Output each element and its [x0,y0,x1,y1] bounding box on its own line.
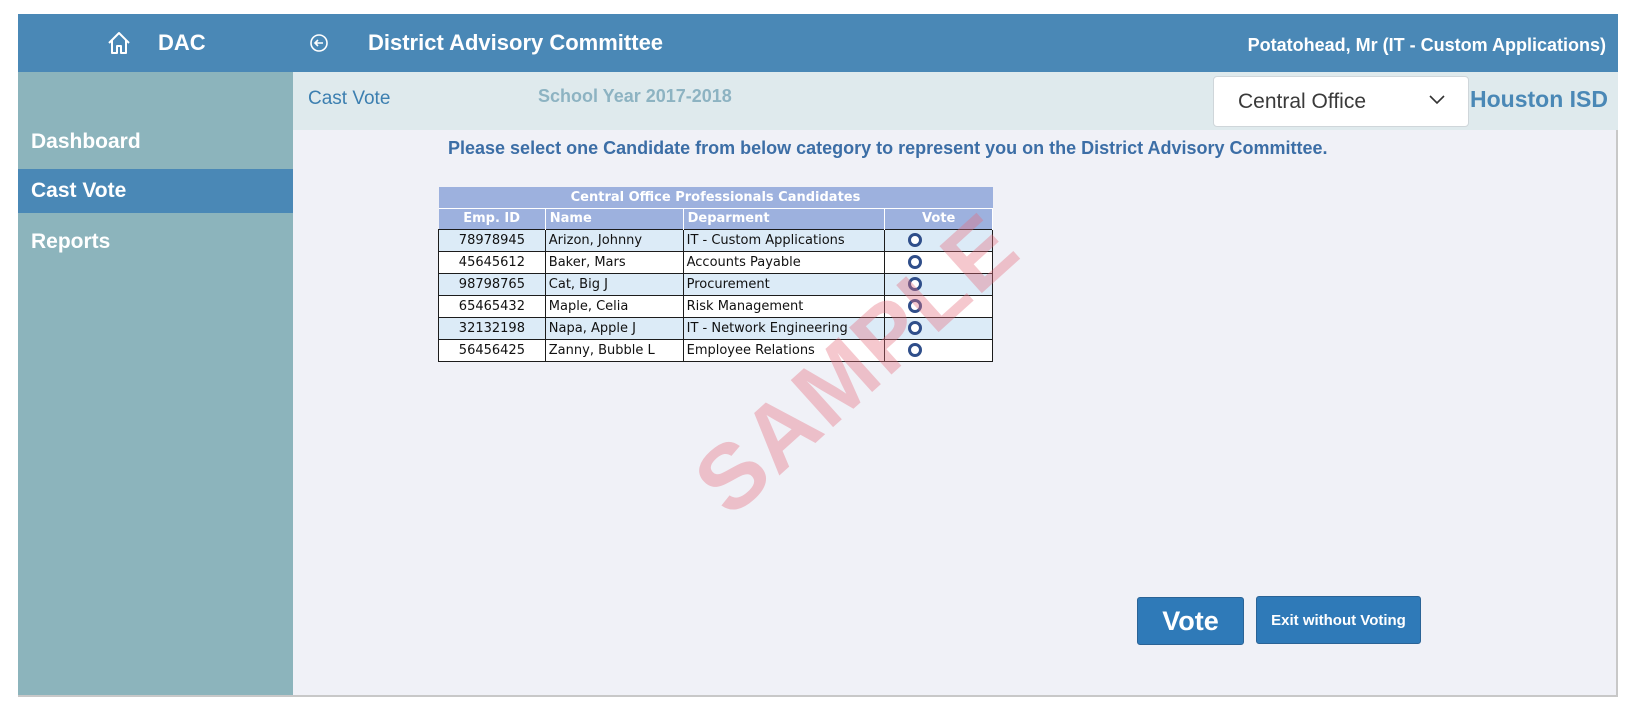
table-title: Central Office Professionals Candidates [438,187,993,209]
column-header-emp-id: Emp. ID [438,208,546,229]
emp-id-cell: 65465432 [438,294,546,318]
vote-radio[interactable] [908,343,923,357]
emp-id-cell: 98798765 [438,272,546,296]
table-row: 56456425 Zanny, Bubble L Employee Relati… [438,338,993,362]
department-cell: IT - Custom Applications [682,228,886,252]
dropdown-value: Central Office [1238,90,1366,113]
vote-button[interactable]: Vote [1137,597,1244,645]
emp-id-cell: 32132198 [438,316,546,340]
office-dropdown[interactable]: Central Office [1213,76,1469,127]
column-header-name: Name [545,208,684,229]
app-name[interactable]: DAC [158,30,206,56]
vote-cell [884,338,993,362]
user-name: Potatohead, Mr (IT - Custom Applications… [1247,35,1606,55]
back-arrow-icon[interactable] [309,33,329,53]
table-row: 32132198 Napa, Apple J IT - Network Engi… [438,316,993,340]
emp-id-cell: 78978945 [438,228,546,252]
department-cell: Risk Management [682,294,886,318]
department-cell: Accounts Payable [682,250,886,274]
vote-radio[interactable] [908,277,923,291]
sidebar-item-cast-vote[interactable]: Cast Vote [18,169,293,213]
vote-cell [884,250,993,274]
vote-radio[interactable] [908,299,923,313]
chevron-down-icon [1429,95,1445,105]
name-cell: Cat, Big J [544,272,684,296]
name-cell: Zanny, Bubble L [544,338,684,362]
exit-without-voting-button[interactable]: Exit without Voting [1256,596,1421,644]
department-cell: Procurement [682,272,886,296]
emp-id-cell: 45645612 [438,250,546,274]
instruction-text: Please select one Candidate from below c… [448,138,1328,158]
vote-cell [884,272,993,296]
name-cell: Maple, Celia [544,294,684,318]
table-row: 98798765 Cat, Big J Procurement [438,272,993,296]
column-header-vote: Vote [884,208,993,229]
vote-radio[interactable] [908,255,923,269]
name-cell: Arizon, Johnny [544,228,684,252]
district-logo: Houston ISD [1470,86,1608,112]
vote-cell [884,294,993,318]
emp-id-cell: 56456425 [438,338,546,362]
home-icon[interactable] [106,30,132,56]
sub-header: Cast Vote School Year 2017-2018 Central … [293,72,1618,130]
department-cell: IT - Network Engineering [682,316,886,340]
vote-cell [884,228,993,252]
column-header-department: Deparment [683,208,886,229]
table-row: 65465432 Maple, Celia Risk Management [438,294,993,318]
app-title: District Advisory Committee [368,30,664,55]
table-row: 45645612 Baker, Mars Accounts Payable [438,250,993,274]
page-title: Cast Vote [308,88,391,109]
sidebar: Dashboard Cast Vote Reports [18,72,293,695]
department-cell: Employee Relations [682,338,886,362]
name-cell: Napa, Apple J [544,316,684,340]
vote-radio[interactable] [908,233,923,247]
vote-radio[interactable] [908,321,923,335]
table-row: 78978945 Arizon, Johnny IT - Custom Appl… [438,228,993,252]
name-cell: Baker, Mars [544,250,684,274]
sidebar-item-reports[interactable]: Reports [18,220,293,264]
top-bar: DAC District Advisory Committee Potatohe… [18,14,1618,72]
candidates-table: Central Office Professionals Candidates … [438,187,993,362]
school-year-label: School Year 2017-2018 [538,86,732,106]
sidebar-item-dashboard[interactable]: Dashboard [18,120,293,164]
vote-cell [884,316,993,340]
app-frame: DAC District Advisory Committee Potatohe… [18,14,1618,697]
